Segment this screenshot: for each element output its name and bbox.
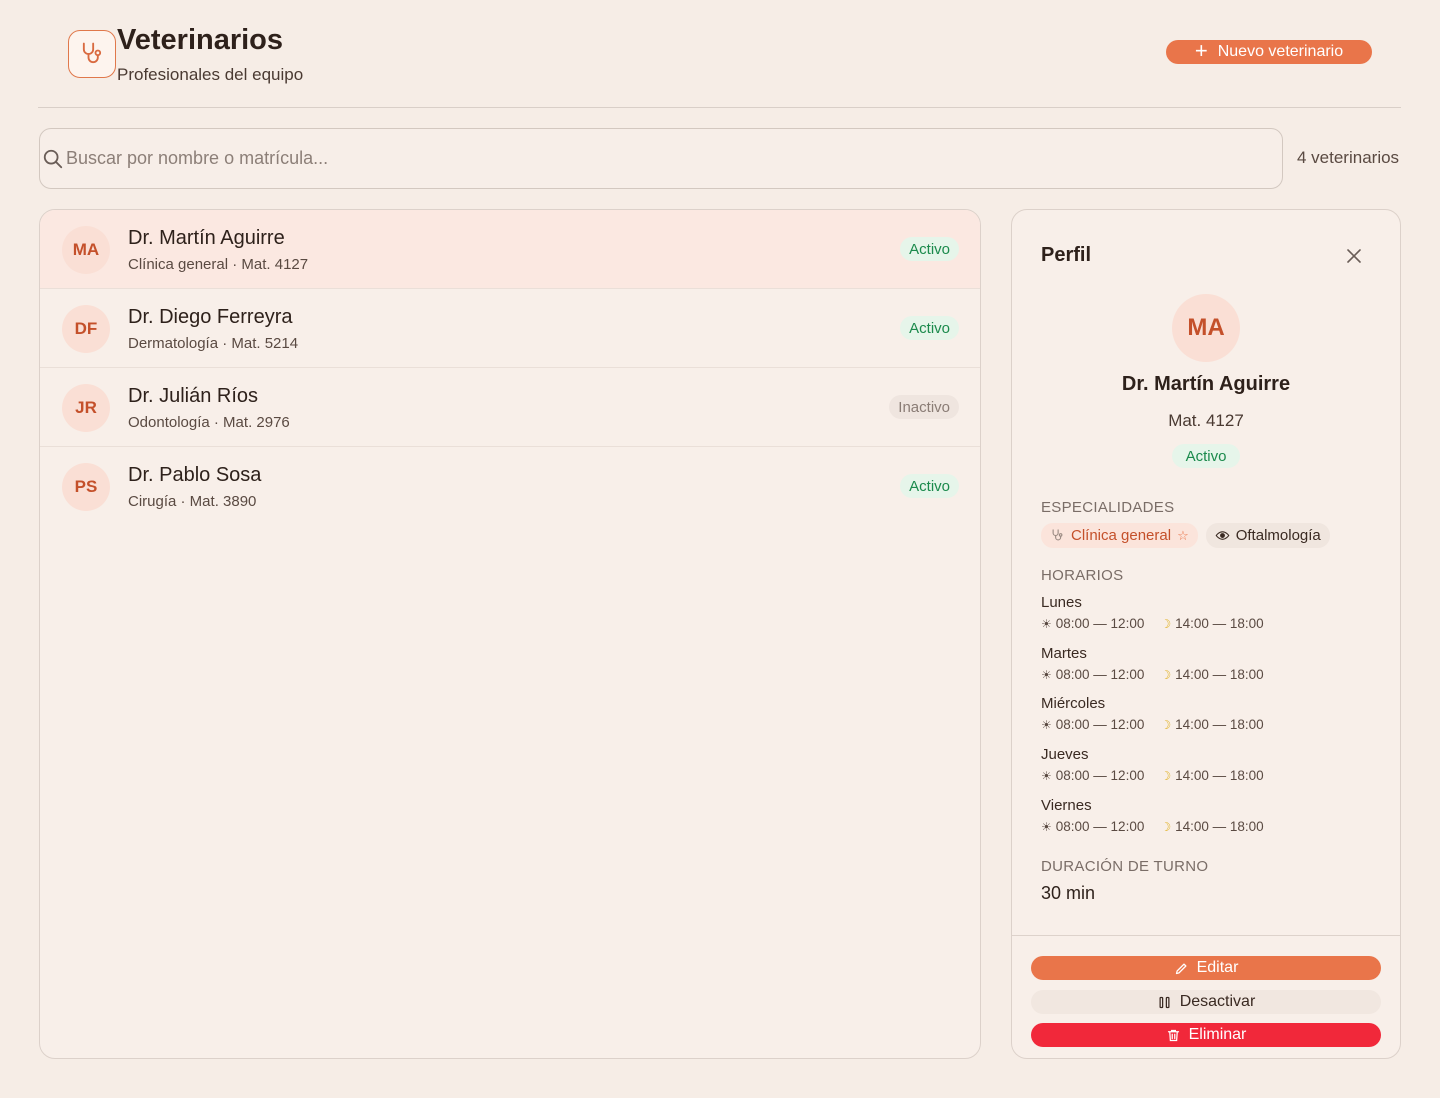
schedule-day: Martes — [1041, 645, 1087, 662]
vet-meta: Clínica general · Mat. 4127 — [128, 256, 309, 273]
vet-meta: Cirugía · Mat. 3890 — [128, 493, 257, 510]
page-header: Veterinarios Profesionales del equipo + … — [38, 22, 1401, 108]
vet-row[interactable]: MA Dr. Martín Aguirre Clínica general · … — [40, 210, 980, 289]
schedule-slots: ☀ 08:00 — 12:00 ☽ 14:00 — 18:00 — [1041, 717, 1264, 732]
morning-slot: 08:00 — 12:00 — [1055, 768, 1145, 783]
vet-row[interactable]: PS Dr. Pablo Sosa Cirugía · Mat. 3890 Ac… — [40, 447, 980, 526]
sun-icon: ☀ — [1041, 717, 1052, 732]
vet-row[interactable]: JR Dr. Julián Ríos Odontología · Mat. 29… — [40, 368, 980, 447]
schedule-heading: HORARIOS — [1041, 567, 1124, 584]
duration-value: 30 min — [1041, 883, 1096, 903]
morning-slot: 08:00 — 12:00 — [1055, 717, 1145, 732]
delete-button-label: Eliminar — [1188, 1026, 1247, 1043]
schedule-day: Miércoles — [1041, 695, 1106, 712]
pencil-icon — [1175, 963, 1187, 974]
edit-button[interactable]: Editar — [1031, 956, 1381, 980]
moon-icon: ☽ — [1160, 768, 1172, 783]
vet-list: MA Dr. Martín Aguirre Clínica general · … — [39, 209, 981, 1059]
pause-icon — [1159, 996, 1170, 1008]
avatar: PS — [62, 463, 110, 511]
new-vet-button[interactable]: + Nuevo veterinario — [1166, 40, 1372, 64]
profile-panel: Perfil MA Dr. Martín Aguirre Mat. 4127 A… — [1011, 209, 1401, 1059]
page-title: Veterinarios — [117, 24, 284, 56]
afternoon-slot: 14:00 — 18:00 — [1175, 717, 1264, 732]
delete-button[interactable]: Eliminar — [1031, 1023, 1381, 1047]
search-input[interactable] — [64, 129, 1282, 188]
schedule-day: Jueves — [1041, 746, 1089, 763]
sun-icon: ☀ — [1041, 768, 1052, 783]
avatar: DF — [62, 305, 110, 353]
search-icon — [43, 149, 63, 168]
edit-button-label: Editar — [1196, 959, 1239, 976]
moon-icon: ☽ — [1160, 667, 1172, 682]
morning-slot: 08:00 — 12:00 — [1055, 616, 1145, 631]
status-badge: Activo — [900, 474, 959, 498]
schedule-day: Viernes — [1041, 797, 1092, 814]
schedule-slots: ☀ 08:00 — 12:00 ☽ 14:00 — 18:00 — [1041, 819, 1264, 834]
deactivate-button-label: Desactivar — [1179, 993, 1256, 1010]
stethoscope-icon — [68, 30, 116, 78]
status-badge: Activo — [900, 237, 959, 261]
schedule-day: Lunes — [1041, 594, 1082, 611]
afternoon-slot: 14:00 — 18:00 — [1175, 616, 1264, 631]
sun-icon: ☀ — [1041, 819, 1052, 834]
schedule-slots: ☀ 08:00 — 12:00 ☽ 14:00 — 18:00 — [1041, 667, 1264, 682]
plus-icon: + — [1194, 38, 1208, 63]
avatar: MA — [62, 226, 110, 274]
sun-icon: ☀ — [1041, 616, 1052, 631]
specialties-list: Clínica general ☆ Oftalmología — [1041, 523, 1330, 548]
stethoscope-icon — [1052, 529, 1063, 541]
profile-mat: Mat. 4127 — [1168, 411, 1244, 430]
afternoon-slot: 14:00 — 18:00 — [1175, 768, 1264, 783]
avatar: JR — [62, 384, 110, 432]
vet-name: Dr. Martín Aguirre — [128, 227, 285, 249]
profile-name: Dr. Martín Aguirre — [1121, 373, 1291, 395]
vet-meta: Odontología · Mat. 2976 — [128, 414, 290, 431]
new-vet-button-label: Nuevo veterinario — [1217, 43, 1344, 60]
schedule-slots: ☀ 08:00 — 12:00 ☽ 14:00 — 18:00 — [1041, 768, 1264, 783]
vet-name: Dr. Diego Ferreyra — [128, 306, 293, 328]
deactivate-button[interactable]: Desactivar — [1031, 990, 1381, 1014]
profile-avatar: MA — [1172, 294, 1240, 362]
specialty-label: Oftalmología — [1235, 527, 1321, 544]
moon-icon: ☽ — [1160, 717, 1172, 732]
moon-icon: ☽ — [1160, 616, 1172, 631]
star-icon: ☆ — [1177, 527, 1189, 543]
specialty-chip: Oftalmología — [1205, 523, 1330, 548]
vet-row[interactable]: DF Dr. Diego Ferreyra Dermatología · Mat… — [40, 289, 980, 368]
profile-status-badge: Activo — [1172, 444, 1240, 468]
afternoon-slot: 14:00 — 18:00 — [1175, 667, 1264, 682]
status-badge: Inactivo — [889, 395, 959, 419]
vet-count: 4 veterinarios — [1297, 148, 1400, 167]
vet-name: Dr. Pablo Sosa — [128, 464, 262, 486]
moon-icon: ☽ — [1160, 819, 1172, 834]
trash-icon — [1167, 1029, 1179, 1041]
close-icon[interactable] — [1346, 248, 1362, 264]
schedule-slots: ☀ 08:00 — 12:00 ☽ 14:00 — 18:00 — [1041, 616, 1264, 631]
profile-title: Perfil — [1041, 244, 1092, 266]
morning-slot: 08:00 — 12:00 — [1055, 667, 1145, 682]
duration-heading: DURACIÓN DE TURNO — [1041, 858, 1209, 875]
morning-slot: 08:00 — 12:00 — [1055, 819, 1145, 834]
divider — [1012, 935, 1400, 936]
specialty-label: Clínica general — [1071, 527, 1172, 544]
vet-meta: Dermatología · Mat. 5214 — [128, 335, 299, 352]
afternoon-slot: 14:00 — 18:00 — [1175, 819, 1264, 834]
specialties-heading: ESPECIALIDADES — [1041, 499, 1175, 516]
search-box — [39, 128, 1283, 189]
eye-icon — [1215, 531, 1230, 540]
specialty-chip: Clínica general ☆ — [1041, 523, 1198, 548]
status-badge: Activo — [900, 316, 959, 340]
sun-icon: ☀ — [1041, 667, 1052, 682]
page-subtitle: Profesionales del equipo — [117, 65, 304, 84]
vet-name: Dr. Julián Ríos — [128, 385, 259, 407]
